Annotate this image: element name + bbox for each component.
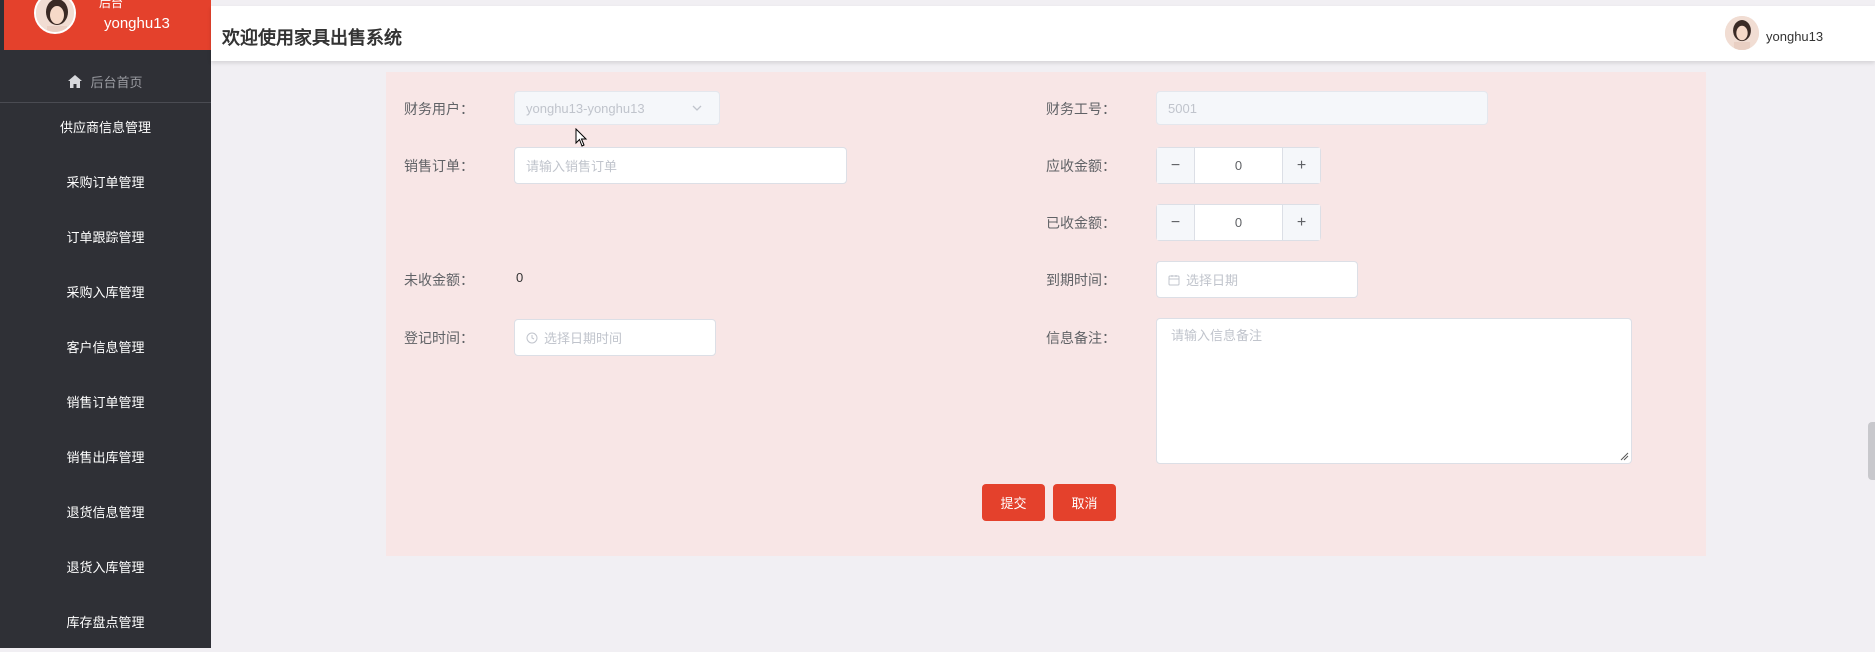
sidebar-item-label: 客户信息管理: [66, 340, 145, 355]
sidebar-item-label: 库存盘点管理: [66, 615, 145, 630]
submit-button[interactable]: 提交: [982, 484, 1045, 521]
avatar: [34, 0, 76, 34]
sidebar-item-supplier[interactable]: 供应商信息管理: [0, 102, 211, 157]
sidebar-item-order-tracking[interactable]: 订单跟踪管理: [0, 212, 211, 267]
receivable-value[interactable]: 0: [1195, 148, 1282, 183]
sales-order-input[interactable]: 请输入销售订单: [514, 147, 847, 184]
sidebar-item-label: 退货入库管理: [66, 560, 145, 575]
finance-user-label: 财务用户：: [404, 101, 474, 117]
received-stepper[interactable]: − 0 +: [1156, 204, 1321, 241]
remark-placeholder: 请输入信息备注: [1171, 328, 1263, 343]
chevron-down-icon: [692, 105, 702, 111]
finance-user-value: yonghu13-yonghu13: [526, 100, 645, 116]
finance-user-select[interactable]: yonghu13-yonghu13: [514, 91, 720, 125]
finance-no-label: 财务工号：: [1046, 101, 1116, 117]
finance-no-field[interactable]: 5001: [1156, 91, 1488, 125]
due-date-placeholder: 选择日期: [1186, 273, 1239, 288]
receivable-stepper[interactable]: − 0 +: [1156, 147, 1321, 184]
sidebar-item-home[interactable]: 后台首页: [0, 60, 211, 103]
due-date-label: 到期时间：: [1046, 272, 1116, 288]
remark-textarea[interactable]: 请输入信息备注: [1156, 318, 1632, 464]
increase-button[interactable]: +: [1282, 205, 1320, 240]
sidebar-item-sales-outbound[interactable]: 销售出库管理: [0, 432, 211, 487]
register-time-placeholder: 选择日期时间: [544, 331, 623, 346]
sidebar-item-purchase-order[interactable]: 采购订单管理: [0, 157, 211, 212]
header-username[interactable]: yonghu13: [1766, 29, 1823, 44]
user-name: yonghu13: [104, 15, 170, 32]
user-role: 后台: [99, 0, 124, 10]
receivable-label: 应收金额：: [1046, 158, 1116, 174]
sidebar-item-label: 采购订单管理: [66, 175, 145, 190]
sidebar-item-label: 后台首页: [90, 74, 143, 90]
app-title: 欢迎使用家具出售系统: [222, 28, 402, 48]
due-date-picker[interactable]: 选择日期: [1156, 261, 1358, 298]
received-value[interactable]: 0: [1195, 205, 1282, 240]
page-scrollbar-thumb[interactable]: [1868, 422, 1875, 480]
decrease-button[interactable]: −: [1157, 205, 1195, 240]
sidebar-item-label: 销售出库管理: [66, 450, 145, 465]
sidebar-item-return-inbound[interactable]: 退货入库管理: [0, 542, 211, 597]
sales-order-label: 销售订单：: [404, 158, 474, 174]
unreceived-value: 0: [516, 270, 524, 285]
mouse-cursor-icon: [575, 128, 588, 147]
register-time-label: 登记时间：: [404, 330, 474, 346]
top-header: 欢迎使用家具出售系统 yonghu13: [211, 6, 1875, 61]
sidebar-menu: 供应商信息管理 采购订单管理 订单跟踪管理 采购入库管理 客户信息管理 销售订单…: [0, 102, 211, 652]
header-avatar[interactable]: [1725, 16, 1759, 50]
sidebar-item-stocktaking[interactable]: 库存盘点管理: [0, 597, 211, 652]
increase-button[interactable]: +: [1282, 148, 1320, 183]
sales-order-placeholder: 请输入销售订单: [526, 159, 618, 174]
sidebar-item-customer[interactable]: 客户信息管理: [0, 322, 211, 377]
sidebar-item-return-info[interactable]: 退货信息管理: [0, 487, 211, 542]
received-label: 已收金额：: [1046, 215, 1116, 231]
sidebar-item-purchase-inbound[interactable]: 采购入库管理: [0, 267, 211, 322]
finance-no-value: 5001: [1168, 100, 1197, 116]
sidebar-item-label: 销售订单管理: [66, 395, 145, 410]
calendar-icon: [1168, 274, 1180, 285]
resize-grip-icon[interactable]: [1620, 452, 1629, 461]
unreceived-label: 未收金额：: [404, 272, 474, 288]
register-time-picker[interactable]: 选择日期时间: [514, 319, 716, 356]
decrease-button[interactable]: −: [1157, 148, 1195, 183]
sidebar-item-label: 供应商信息管理: [59, 120, 151, 135]
home-icon: [68, 74, 83, 88]
sidebar-item-label: 采购入库管理: [66, 285, 145, 300]
clock-icon: [526, 332, 538, 343]
sidebar: 后台 yonghu13 后台首页 供应商信息管理 采购订单管理 订单跟踪管理 采…: [0, 0, 211, 648]
remark-label: 信息备注：: [1046, 330, 1116, 346]
sidebar-item-sales-order[interactable]: 销售订单管理: [0, 377, 211, 432]
sidebar-user-card: 后台 yonghu13: [4, 0, 211, 50]
sidebar-item-label: 订单跟踪管理: [66, 230, 145, 245]
cancel-button[interactable]: 取消: [1053, 484, 1116, 521]
sidebar-item-label: 退货信息管理: [66, 505, 145, 520]
